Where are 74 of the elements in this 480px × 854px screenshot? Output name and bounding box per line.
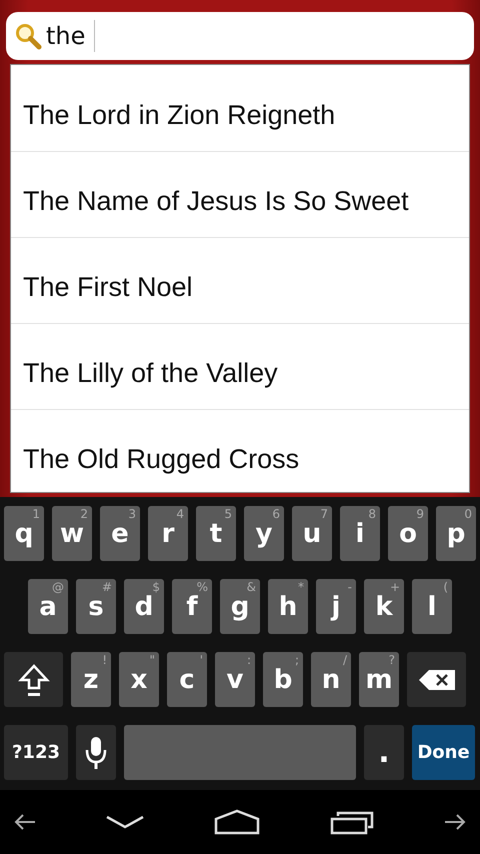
backspace-icon bbox=[418, 670, 454, 690]
letter-key[interactable]: y 6 bbox=[244, 506, 284, 561]
microphone-key[interactable] bbox=[76, 725, 116, 780]
suggestion-item[interactable]: The Lilly of the Valley bbox=[11, 323, 469, 409]
symbols-key[interactable]: ?123 bbox=[4, 725, 68, 780]
key-hint: - bbox=[348, 580, 352, 594]
key-hint: $ bbox=[152, 580, 160, 594]
key-hint: % bbox=[196, 580, 208, 594]
key-hint: * bbox=[298, 580, 304, 594]
key-hint: 1 bbox=[32, 507, 40, 521]
suggestion-item[interactable]: The Lord in Zion Reigneth bbox=[11, 65, 469, 151]
search-icon bbox=[14, 22, 42, 50]
shift-key[interactable] bbox=[4, 652, 63, 707]
letter-key[interactable]: v : bbox=[215, 652, 255, 707]
letter-key[interactable]: x " bbox=[119, 652, 159, 707]
letter-key[interactable]: i 8 bbox=[340, 506, 380, 561]
key-hint: ? bbox=[388, 653, 395, 667]
letter-key[interactable]: a @ bbox=[28, 579, 68, 634]
key-hint: ' bbox=[200, 653, 203, 667]
left-arrow-icon[interactable] bbox=[14, 813, 36, 831]
key-hint: 8 bbox=[368, 507, 376, 521]
microphone-icon bbox=[85, 736, 107, 770]
letter-key[interactable]: b ; bbox=[263, 652, 303, 707]
letter-key[interactable]: r 4 bbox=[148, 506, 188, 561]
period-key[interactable]: . bbox=[364, 725, 404, 780]
key-hint: 7 bbox=[320, 507, 328, 521]
backspace-key[interactable] bbox=[407, 652, 466, 707]
search-field[interactable]: the bbox=[6, 12, 474, 60]
key-hint: : bbox=[246, 653, 251, 667]
right-arrow-icon[interactable] bbox=[444, 813, 466, 831]
key-hint: ( bbox=[443, 580, 448, 594]
key-hint: 3 bbox=[128, 507, 136, 521]
suggestion-item[interactable]: The First Noel bbox=[11, 237, 469, 323]
key-hint: 2 bbox=[80, 507, 88, 521]
home-icon[interactable] bbox=[214, 809, 260, 835]
key-hint: # bbox=[102, 580, 112, 594]
letter-key[interactable]: q 1 bbox=[4, 506, 44, 561]
letter-key[interactable]: g & bbox=[220, 579, 260, 634]
letter-key[interactable]: f % bbox=[172, 579, 212, 634]
letter-key[interactable]: j - bbox=[316, 579, 356, 634]
key-hint: " bbox=[149, 653, 155, 667]
key-hint: ; bbox=[294, 653, 299, 667]
recent-apps-icon[interactable] bbox=[330, 809, 374, 835]
key-hint: @ bbox=[52, 580, 64, 594]
suggestion-item[interactable]: The Name of Jesus Is So Sweet bbox=[11, 151, 469, 237]
letter-key[interactable]: p 0 bbox=[436, 506, 476, 561]
letter-key[interactable]: k + bbox=[364, 579, 404, 634]
key-hint: / bbox=[342, 653, 347, 667]
suggestion-item[interactable]: The Old Rugged Cross bbox=[11, 409, 469, 492]
letter-key[interactable]: d $ bbox=[124, 579, 164, 634]
shift-icon bbox=[18, 662, 50, 696]
done-key[interactable]: Done bbox=[412, 725, 475, 780]
letter-key[interactable]: z ! bbox=[71, 652, 111, 707]
key-hint: 5 bbox=[224, 507, 232, 521]
letter-key[interactable]: s # bbox=[76, 579, 116, 634]
letter-key[interactable]: n / bbox=[311, 652, 351, 707]
letter-key[interactable]: t 5 bbox=[196, 506, 236, 561]
chevron-down-icon[interactable] bbox=[106, 815, 144, 829]
search-input[interactable]: the bbox=[42, 22, 94, 50]
key-hint: 6 bbox=[272, 507, 280, 521]
letter-key[interactable]: c ' bbox=[167, 652, 207, 707]
key-hint: 9 bbox=[416, 507, 424, 521]
key-hint: 0 bbox=[464, 507, 472, 521]
letter-key[interactable]: o 9 bbox=[388, 506, 428, 561]
key-hint: + bbox=[390, 580, 400, 594]
letter-key[interactable]: h * bbox=[268, 579, 308, 634]
letter-key[interactable]: w 2 bbox=[52, 506, 92, 561]
key-hint: ! bbox=[102, 653, 107, 667]
key-hint: & bbox=[246, 580, 256, 594]
letter-key[interactable]: m ? bbox=[359, 652, 399, 707]
letter-key[interactable]: e 3 bbox=[100, 506, 140, 561]
letter-key[interactable]: u 7 bbox=[292, 506, 332, 561]
letter-key[interactable]: l ( bbox=[412, 579, 452, 634]
key-hint: 4 bbox=[176, 507, 184, 521]
